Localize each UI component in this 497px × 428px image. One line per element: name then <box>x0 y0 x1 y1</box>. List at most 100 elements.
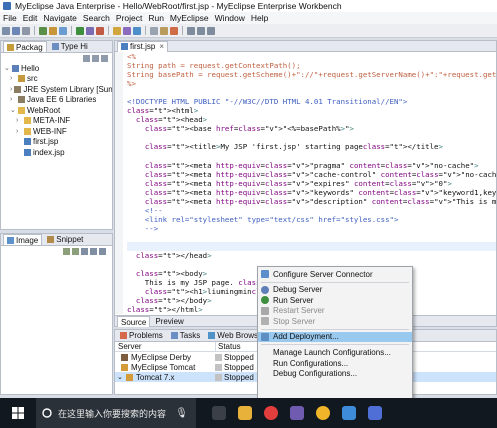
menu-navigate[interactable]: Navigate <box>43 13 77 23</box>
run-icon[interactable] <box>76 26 84 35</box>
expand-icon[interactable]: ⌄ <box>10 106 16 114</box>
collapse-all-icon[interactable] <box>83 54 90 62</box>
debug-icon[interactable] <box>86 26 94 35</box>
menu-item-restart-server[interactable]: Restart Server <box>258 306 412 316</box>
link-editor-icon[interactable] <box>92 54 99 62</box>
expand-icon[interactable]: ⌄ <box>4 64 10 72</box>
expand-icon[interactable]: ⌄ <box>117 373 123 381</box>
menu-separator <box>261 328 409 330</box>
view-toolbar <box>1 246 112 256</box>
save-icon[interactable] <box>12 26 20 35</box>
tab-image[interactable]: Image <box>3 234 43 245</box>
tab-label: Tasks <box>179 331 201 340</box>
tree-node[interactable]: ›index.jsp <box>4 147 112 158</box>
new-java-project-icon[interactable] <box>113 26 121 35</box>
column-server[interactable]: Server <box>115 342 215 351</box>
tree-node[interactable]: ⌄ WebRoot <box>4 105 112 116</box>
tree-node[interactable]: › src <box>4 74 112 85</box>
tree-node[interactable]: ›first.jsp <box>4 137 112 148</box>
close-icon[interactable]: × <box>159 42 164 51</box>
tab-package-explorer[interactable]: Packag <box>3 41 47 52</box>
taskbar-search-box[interactable]: 在这里输入你要搜索的内容 🎙 <box>36 398 196 428</box>
external-tools-icon[interactable] <box>96 26 104 35</box>
code-line: class="t"></head> <box>135 251 212 261</box>
tab-tasks[interactable]: Tasks <box>168 330 203 341</box>
menu-item-label: Run Server <box>273 295 314 305</box>
menu-run[interactable]: Run <box>148 13 164 23</box>
title-bar: MyEclipse Java Enterprise - Hello/WebRoo… <box>0 0 497 12</box>
menu-item-debug-server[interactable]: Debug Server <box>258 285 412 295</box>
menu-item-label: Stop Server <box>273 316 316 326</box>
chrome-icon[interactable] <box>316 406 330 420</box>
tab-label: Packag <box>16 42 43 52</box>
pencil-icon[interactable] <box>170 26 178 35</box>
search-icon[interactable] <box>150 26 158 35</box>
code-line: <% <box>127 52 136 61</box>
library-icon <box>14 85 22 93</box>
start-button[interactable] <box>0 398 36 428</box>
code-line: --> <box>127 223 159 233</box>
menu-edit[interactable]: Edit <box>23 13 38 23</box>
tree-node[interactable]: › Java EE 6 Libraries <box>4 95 112 106</box>
code-line: class="t"><meta http-equiv=class="v">"pr… <box>144 160 479 170</box>
forward-icon[interactable] <box>197 26 205 35</box>
menu-help[interactable]: Help <box>251 13 268 23</box>
tree-node[interactable]: ⌄ Hello <box>4 63 112 74</box>
app-icon-red[interactable] <box>264 406 278 420</box>
menu-item-run-configurations[interactable]: Run Configurations... <box>258 358 412 368</box>
microphone-icon[interactable]: 🎙 <box>175 408 188 419</box>
expand-icon[interactable]: › <box>10 96 16 103</box>
menu-myeclipse[interactable]: MyEclipse <box>170 13 209 23</box>
expand-icon[interactable]: › <box>16 117 22 124</box>
tab-first-jsp[interactable]: first.jsp × <box>117 40 169 52</box>
app-icon-blue-2[interactable] <box>368 406 382 420</box>
browser-icon[interactable] <box>59 26 67 35</box>
view-menu-icon[interactable] <box>99 247 106 255</box>
menu-item-run-server[interactable]: Run Server <box>258 295 412 305</box>
app-icon-blue[interactable] <box>342 406 356 420</box>
menu-window[interactable]: Window <box>215 13 245 23</box>
tab-type-hierarchy[interactable]: Type Hi <box>49 41 91 52</box>
menu-item-add-deployment[interactable]: Add Deployment... <box>258 331 412 343</box>
view-menu-icon[interactable] <box>101 54 108 62</box>
column-status[interactable]: Status <box>215 342 255 351</box>
fit-icon[interactable] <box>81 247 88 255</box>
zoom-in-icon[interactable] <box>63 247 70 255</box>
code-line: class="t"><meta http-equiv=class="v">"de… <box>144 196 496 206</box>
expand-icon[interactable]: › <box>16 128 22 135</box>
server-status: Stopped <box>224 352 254 362</box>
new-class-icon[interactable] <box>133 26 141 35</box>
task-view-icon[interactable] <box>212 406 226 420</box>
file-explorer-icon[interactable] <box>238 406 252 420</box>
expand-icon[interactable]: › <box>10 75 16 82</box>
tomcat-icon <box>121 363 128 371</box>
print-icon[interactable] <box>22 26 30 35</box>
tree-node[interactable]: › META-INF <box>4 116 112 127</box>
tab-snippet[interactable]: Snippet <box>44 234 86 245</box>
tab-preview[interactable]: Preview <box>152 316 186 327</box>
tab-source[interactable]: Source <box>117 316 151 327</box>
toolbar-separator <box>145 26 146 35</box>
new-icon[interactable] <box>2 26 10 35</box>
server-icon[interactable] <box>39 26 47 35</box>
menu-item-manage-launch-configurations[interactable]: Manage Launch Configurations... <box>258 347 412 357</box>
tree-node[interactable]: › WEB-INF <box>4 126 112 137</box>
menu-item-configure-server-connector[interactable]: Configure Server Connector <box>258 269 412 279</box>
open-type-icon[interactable] <box>160 26 168 35</box>
new-package-icon[interactable] <box>123 26 131 35</box>
zoom-out-icon[interactable] <box>72 247 79 255</box>
rotate-icon[interactable] <box>90 247 97 255</box>
menu-search[interactable]: Search <box>83 13 110 23</box>
back-icon[interactable] <box>187 26 195 35</box>
menu-item-stop-server[interactable]: Stop Server <box>258 316 412 326</box>
expand-icon[interactable]: › <box>10 86 12 93</box>
tree-node[interactable]: › JRE System Library [Sun <box>4 84 112 95</box>
menu-file[interactable]: File <box>3 13 17 23</box>
tree-node-label: first.jsp <box>33 137 59 147</box>
deploy-icon[interactable] <box>49 26 57 35</box>
last-edit-icon[interactable] <box>207 26 215 35</box>
menu-item-debug-configurations[interactable]: Debug Configurations... <box>258 368 412 378</box>
app-icon-purple[interactable] <box>290 406 304 420</box>
tab-problems[interactable]: Problems <box>117 330 166 341</box>
menu-project[interactable]: Project <box>116 13 142 23</box>
